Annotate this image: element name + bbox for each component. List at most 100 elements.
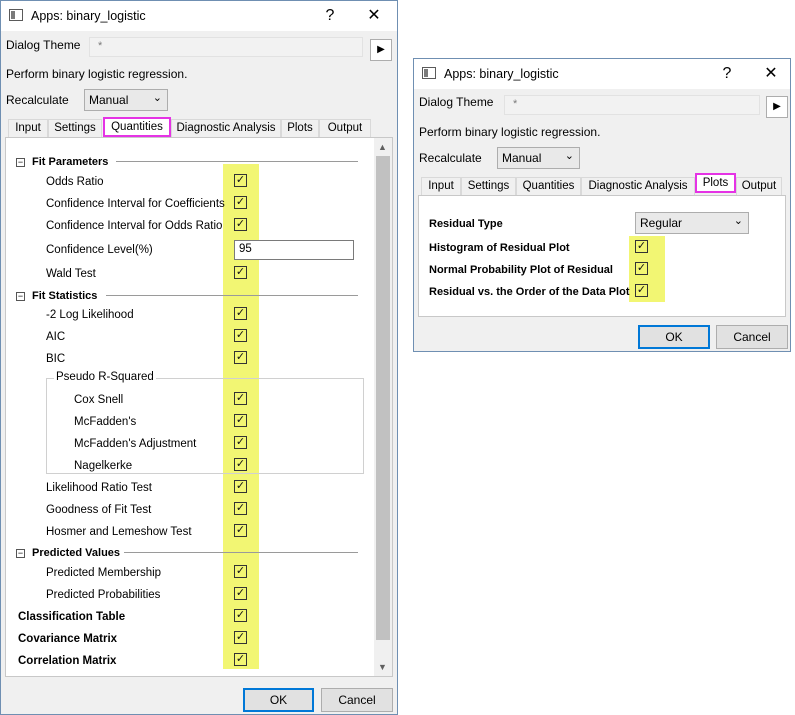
checkbox-odds-ratio[interactable]: ✓: [234, 174, 247, 187]
group-divider: [106, 295, 358, 296]
checkbox-nagelkerke[interactable]: ✓: [234, 458, 247, 471]
title-bar[interactable]: Apps: binary_logistic ? ✕: [1, 1, 397, 31]
checkbox-predicted-probabilities[interactable]: ✓: [234, 587, 247, 600]
group-pseudo-r-squared: Pseudo R-Squared: [54, 371, 156, 383]
label-histogram-residual: Histogram of Residual Plot: [429, 242, 570, 254]
checkbox-aic[interactable]: ✓: [234, 329, 247, 342]
dialog-window-quantities: Apps: binary_logistic ? ✕ Dialog Theme *…: [0, 0, 398, 715]
label-correlation-matrix: Correlation Matrix: [18, 655, 117, 667]
cancel-button[interactable]: Cancel: [716, 325, 788, 349]
label-mcfadden-adjustment: McFadden's Adjustment: [74, 438, 197, 450]
tab-input[interactable]: Input: [421, 177, 461, 195]
checkbox-bic[interactable]: ✓: [234, 351, 247, 364]
recalculate-select[interactable]: Manual ⌄: [84, 89, 168, 111]
close-button[interactable]: ✕: [756, 63, 786, 85]
quantities-panel: − Fit Parameters Odds Ratio ✓ Confidence…: [5, 137, 393, 677]
recalculate-label: Recalculate: [419, 151, 482, 165]
help-button[interactable]: ?: [315, 5, 345, 27]
recalculate-label: Recalculate: [6, 93, 69, 107]
tab-input[interactable]: Input: [8, 119, 48, 137]
checkbox-residual-order[interactable]: ✓: [635, 284, 648, 297]
collapse-predicted-values-icon[interactable]: −: [16, 549, 25, 558]
residual-type-value: Regular: [640, 216, 683, 230]
label-ci-odds-ratio: Confidence Interval for Odds Ratio: [46, 220, 223, 232]
checkbox-neg2-log-likelihood[interactable]: ✓: [234, 307, 247, 320]
label-likelihood-ratio: Likelihood Ratio Test: [46, 482, 152, 494]
checkbox-hosmer-lemeshow[interactable]: ✓: [234, 524, 247, 537]
tab-plots[interactable]: Plots: [695, 173, 736, 193]
description-text: Perform binary logistic regression.: [6, 67, 188, 81]
tab-output[interactable]: Output: [319, 119, 371, 137]
dialog-window-plots: Apps: binary_logistic ? ✕ Dialog Theme *…: [413, 58, 791, 352]
residual-type-select[interactable]: Regular ⌄: [635, 212, 749, 234]
checkbox-likelihood-ratio[interactable]: ✓: [234, 480, 247, 493]
ok-button[interactable]: OK: [638, 325, 710, 349]
chevron-down-icon: ⌄: [733, 215, 743, 227]
window-title: Apps: binary_logistic: [444, 67, 559, 81]
chevron-down-icon: ⌄: [152, 92, 162, 104]
label-covariance-matrix: Covariance Matrix: [18, 633, 118, 645]
label-aic: AIC: [46, 331, 66, 343]
group-fit-parameters: Fit Parameters: [32, 156, 109, 168]
label-nagelkerke: Nagelkerke: [74, 460, 133, 472]
recalculate-value: Manual: [502, 151, 542, 165]
title-bar[interactable]: Apps: binary_logistic ? ✕: [414, 59, 790, 89]
label-hosmer-lemeshow: Hosmer and Lemeshow Test: [46, 526, 192, 538]
group-divider: [116, 161, 358, 162]
checkbox-wald-test[interactable]: ✓: [234, 266, 247, 279]
window-title: Apps: binary_logistic: [31, 9, 146, 23]
cancel-button[interactable]: Cancel: [321, 688, 393, 712]
ok-button[interactable]: OK: [243, 688, 314, 712]
checkbox-normal-probability[interactable]: ✓: [635, 262, 648, 275]
scrollbar-thumb[interactable]: [376, 156, 390, 640]
recalculate-select[interactable]: Manual ⌄: [497, 147, 580, 169]
label-residual-order: Residual vs. the Order of the Data Plot: [429, 286, 630, 298]
scroll-up-icon[interactable]: ▲: [374, 140, 391, 154]
group-divider: [124, 552, 358, 553]
checkbox-ci-odds-ratio[interactable]: ✓: [234, 218, 247, 231]
scroll-down-icon[interactable]: ▼: [374, 660, 391, 674]
tab-quantities[interactable]: Quantities: [516, 177, 581, 195]
tab-quantities[interactable]: Quantities: [103, 117, 171, 137]
label-neg2-log-likelihood: -2 Log Likelihood: [46, 309, 134, 321]
theme-play-icon[interactable]: ▶: [766, 96, 788, 118]
tab-settings[interactable]: Settings: [48, 119, 102, 137]
group-fit-statistics: Fit Statistics: [32, 290, 98, 302]
checkbox-correlation-matrix[interactable]: ✓: [234, 653, 247, 666]
dialog-theme-field[interactable]: *: [504, 95, 760, 115]
app-icon: [422, 67, 436, 79]
checkbox-histogram-residual[interactable]: ✓: [635, 240, 648, 253]
theme-play-icon[interactable]: ▶: [370, 39, 392, 61]
recalculate-value: Manual: [89, 93, 129, 107]
checkbox-covariance-matrix[interactable]: ✓: [234, 631, 247, 644]
checkbox-classification-table[interactable]: ✓: [234, 609, 247, 622]
checkbox-cox-snell[interactable]: ✓: [234, 392, 247, 405]
tab-output[interactable]: Output: [736, 177, 782, 195]
tab-plots[interactable]: Plots: [281, 119, 319, 137]
label-normal-probability: Normal Probability Plot of Residual: [429, 264, 613, 276]
description-text: Perform binary logistic regression.: [419, 125, 601, 139]
label-ci-coefficients: Confidence Interval for Coefficients: [46, 198, 225, 210]
label-classification-table: Classification Table: [18, 611, 126, 623]
dialog-theme-field[interactable]: *: [89, 37, 363, 57]
tab-diagnostic-analysis[interactable]: Diagnostic Analysis: [581, 177, 695, 195]
tab-settings[interactable]: Settings: [461, 177, 516, 195]
checkbox-goodness-of-fit[interactable]: ✓: [234, 502, 247, 515]
collapse-fit-parameters-icon[interactable]: −: [16, 158, 25, 167]
close-button[interactable]: ✕: [359, 5, 389, 27]
confidence-level-input[interactable]: 95: [234, 240, 354, 260]
help-button[interactable]: ?: [712, 63, 742, 85]
label-bic: BIC: [46, 353, 66, 365]
collapse-fit-statistics-icon[interactable]: −: [16, 292, 25, 301]
checkbox-mcfadden[interactable]: ✓: [234, 414, 247, 427]
checkbox-ci-coefficients[interactable]: ✓: [234, 196, 247, 209]
dialog-theme-label: Dialog Theme: [6, 38, 81, 52]
vertical-scrollbar[interactable]: ▲ ▼: [374, 138, 392, 676]
label-residual-type: Residual Type: [429, 218, 503, 230]
plots-panel: Residual Type Regular ⌄ Histogram of Res…: [418, 195, 786, 317]
checkbox-predicted-membership[interactable]: ✓: [234, 565, 247, 578]
dialog-theme-label: Dialog Theme: [419, 95, 494, 109]
tab-diagnostic-analysis[interactable]: Diagnostic Analysis: [171, 119, 281, 137]
checkbox-mcfadden-adjustment[interactable]: ✓: [234, 436, 247, 449]
label-predicted-membership: Predicted Membership: [46, 567, 162, 579]
